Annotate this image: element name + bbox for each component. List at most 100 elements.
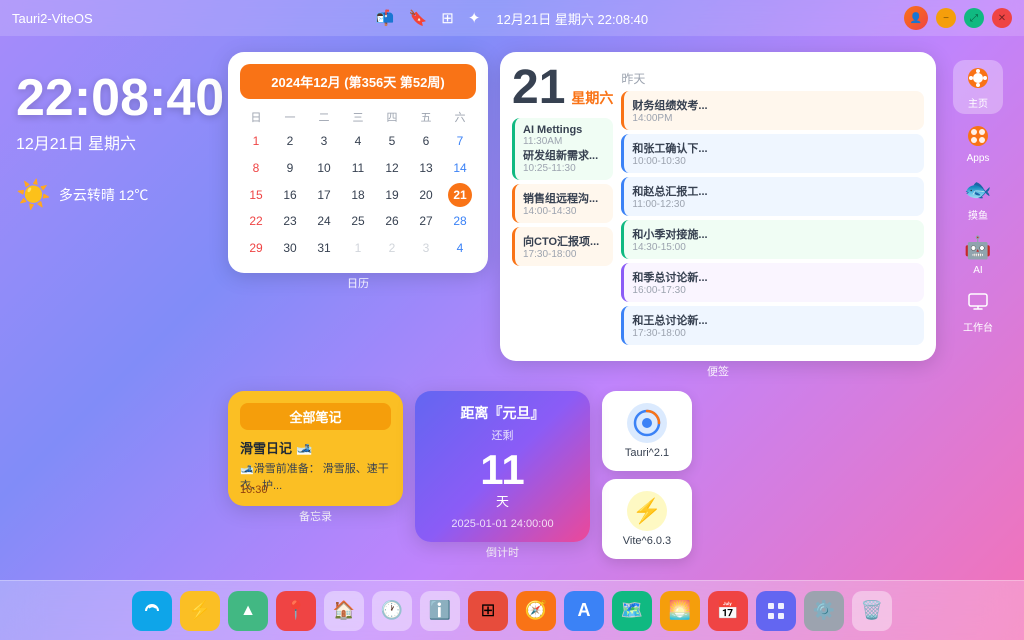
sidebar-item-workbench[interactable]: 工作台 [953, 284, 1003, 338]
grid2-icon[interactable]: ⊞ [441, 9, 454, 27]
memo-widget: 21 星期六 AI Mettings 11:30AM 研发组新需求... 10:… [500, 52, 936, 361]
cal-day[interactable]: 25 [342, 209, 374, 234]
memo-label: 便签 [500, 363, 936, 379]
sidebar-item-ai[interactable]: 🤖 AI [953, 228, 1003, 282]
cal-header-sat: 六 [444, 107, 476, 127]
event-time2: 10:25-11:30 [523, 163, 605, 174]
vite-taskbar-icon[interactable]: ⚡ [180, 591, 220, 631]
minimize-button[interactable]: − [936, 8, 956, 28]
notification-icon[interactable]: 📬 [376, 9, 395, 27]
launchpad-taskbar-icon[interactable] [756, 591, 796, 631]
info-taskbar-icon[interactable]: ℹ️ [420, 591, 460, 631]
memo-event[interactable]: 和张工确认下... 10:00-10:30 [621, 134, 924, 173]
event-title: 销售组远程沟... [523, 190, 605, 206]
cal-day[interactable]: 3 [410, 236, 442, 261]
cal-day[interactable]: 27 [410, 209, 442, 234]
edge-taskbar-icon[interactable] [132, 591, 172, 631]
cal-day[interactable]: 2 [274, 129, 306, 154]
cal-day[interactable]: 13 [410, 156, 442, 181]
taskbar: ⚡ ▲ 📍 🏠 🕐 ℹ️ ⊞ 🧭 A 🗺️ 🌅 📅 ⚙️ [0, 580, 1024, 640]
cal-day[interactable]: 18 [342, 183, 374, 208]
memo-event[interactable]: 和季总讨论新... 16:00-17:30 [621, 263, 924, 302]
cal-day[interactable]: 20 [410, 183, 442, 208]
memo-event[interactable]: 销售组远程沟... 14:00-14:30 [512, 184, 613, 223]
cal-day[interactable]: 16 [274, 183, 306, 208]
memo-event[interactable]: 财务组绩效考... 14:00PM [621, 91, 924, 130]
memo-widget-container: 21 星期六 AI Mettings 11:30AM 研发组新需求... 10:… [500, 52, 936, 379]
event-time: 10:00-10:30 [632, 156, 916, 167]
bookmark-icon[interactable]: 🔖 [409, 9, 428, 27]
clock-display: 22:08:40 [16, 72, 216, 124]
memo-event[interactable]: 和小季对接施... 14:30-15:00 [621, 220, 924, 259]
memo-event[interactable]: AI Mettings 11:30AM 研发组新需求... 10:25-11:3… [512, 118, 613, 180]
maps-taskbar-icon[interactable]: 📍 [276, 591, 316, 631]
maps2-taskbar-icon[interactable]: 🗺️ [612, 591, 652, 631]
cal-today[interactable]: 21 [448, 183, 472, 207]
cal-day[interactable]: 28 [444, 209, 476, 234]
cal-day[interactable]: 4 [342, 129, 374, 154]
vue-taskbar-icon[interactable]: ▲ [228, 591, 268, 631]
calendar-taskbar-icon[interactable]: 📅 [708, 591, 748, 631]
event-title: AI Mettings [523, 124, 605, 136]
grid-taskbar-icon[interactable]: ⊞ [468, 591, 508, 631]
notes-widget[interactable]: 全部笔记 滑雪日记 🎿 🎿滑雪前准备： 滑雪服、速干衣、护... 10:30 [228, 391, 403, 506]
cal-day[interactable]: 19 [376, 183, 408, 208]
cal-day[interactable]: 4 [444, 236, 476, 261]
appstore-taskbar-icon[interactable]: A [564, 591, 604, 631]
ai-sidebar-icon: 🤖 [964, 234, 992, 262]
home-sidebar-icon [964, 64, 992, 92]
event-time: 14:00-14:30 [523, 206, 605, 217]
prefs-taskbar-icon[interactable]: ⚙️ [804, 591, 844, 631]
cal-day[interactable]: 5 [376, 129, 408, 154]
cal-day[interactable]: 15 [240, 183, 272, 208]
notes-emoji: 🎿 [296, 440, 312, 456]
cal-day[interactable]: 17 [308, 183, 340, 208]
sidebar-item-fishing[interactable]: 🐟 摸鱼 [953, 172, 1003, 226]
safari-taskbar-icon[interactable]: 🧭 [516, 591, 556, 631]
titlebar-center: 📬 🔖 ⊞ ✦ 12月21日 星期六 22:08:40 [376, 9, 648, 28]
calendar-widget-container: 2024年12月 (第356天 第52周) 日 一 二 三 四 五 六 1 2 … [228, 52, 488, 379]
avatar: 👤 [904, 6, 928, 30]
memo-event[interactable]: 和赵总汇报工... 11:00-12:30 [621, 177, 924, 216]
apps-sidebar-icon [964, 122, 992, 150]
close-button[interactable]: ✕ [992, 8, 1012, 28]
cal-day[interactable]: 7 [444, 129, 476, 154]
weather-widget: ☀️ 多云转晴 12℃ [16, 178, 216, 211]
cal-day[interactable]: 29 [240, 236, 272, 261]
cal-day[interactable]: 22 [240, 209, 272, 234]
cal-day[interactable]: 26 [376, 209, 408, 234]
cal-day[interactable]: 30 [274, 236, 306, 261]
vite-app-icon[interactable]: ⚡ Vite^6.0.3 [602, 479, 692, 559]
notes-title: 滑雪日记 🎿 [240, 438, 391, 457]
countdown-widget[interactable]: 距离『元旦』 还剩 11 天 2025-01-01 24:00:00 [415, 391, 590, 542]
cal-day[interactable]: 9 [274, 156, 306, 181]
trash-taskbar-icon[interactable]: 🗑️ [852, 591, 892, 631]
clock-taskbar-icon[interactable]: 🕐 [372, 591, 412, 631]
cal-day[interactable]: 3 [308, 129, 340, 154]
memo-top: 21 星期六 AI Mettings 11:30AM 研发组新需求... 10:… [512, 64, 924, 349]
cal-day[interactable]: 1 [240, 129, 272, 154]
event-time: 17:30-18:00 [523, 249, 605, 260]
home-taskbar-icon[interactable]: 🏠 [324, 591, 364, 631]
cal-day[interactable]: 24 [308, 209, 340, 234]
maximize-button[interactable]: ⤢ [964, 8, 984, 28]
sidebar-item-apps[interactable]: Apps [953, 116, 1003, 170]
cal-day[interactable]: 2 [376, 236, 408, 261]
cal-day[interactable]: 6 [410, 129, 442, 154]
photos-taskbar-icon[interactable]: 🌅 [660, 591, 700, 631]
cal-day[interactable]: 1 [342, 236, 374, 261]
cal-day-today-cell[interactable]: 21 [444, 183, 476, 208]
cal-day[interactable]: 23 [274, 209, 306, 234]
memo-event[interactable]: 和王总讨论新... 17:30-18:00 [621, 306, 924, 345]
star-icon[interactable]: ✦ [468, 9, 481, 27]
cal-day[interactable]: 31 [308, 236, 340, 261]
memo-event[interactable]: 向CTO汇报项... 17:30-18:00 [512, 227, 613, 266]
sidebar-label-home: 主页 [968, 95, 988, 110]
tauri-app-icon[interactable]: Tauri^2.1 [602, 391, 692, 471]
cal-day[interactable]: 12 [376, 156, 408, 181]
cal-day[interactable]: 14 [444, 156, 476, 181]
sidebar-item-home[interactable]: 主页 [953, 60, 1003, 114]
cal-day[interactable]: 8 [240, 156, 272, 181]
cal-day[interactable]: 10 [308, 156, 340, 181]
cal-day[interactable]: 11 [342, 156, 374, 181]
